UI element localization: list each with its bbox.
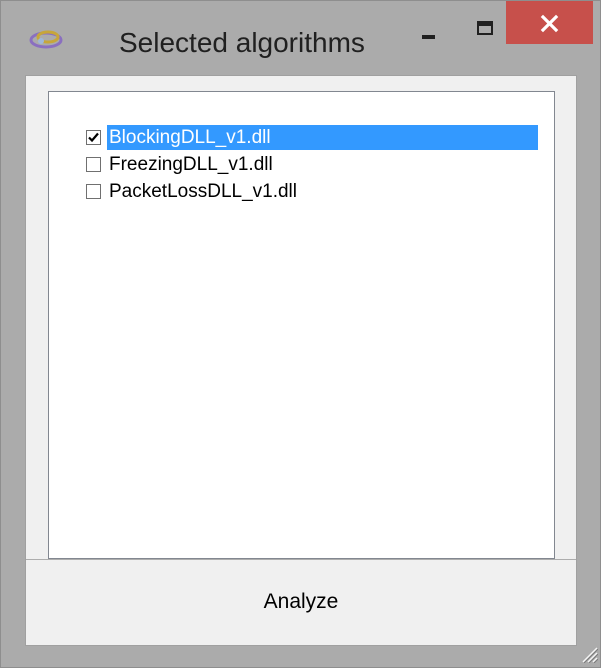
checkbox-freezing-dll[interactable] — [86, 157, 101, 172]
check-icon — [88, 132, 99, 143]
list-item-blocking-dll[interactable]: BlockingDLL_v1.dll — [86, 124, 556, 151]
dialog-client-area: BlockingDLL_v1.dll FreezingDLL_v1.dll Pa… — [25, 75, 577, 646]
resize-grip-icon[interactable] — [578, 643, 599, 664]
title-bar[interactable]: Selected algorithms — [1, 1, 600, 75]
list-item-label: BlockingDLL_v1.dll — [107, 125, 538, 150]
maximize-icon — [477, 21, 493, 35]
minimize-icon — [422, 35, 435, 39]
list-item-label: PacketLossDLL_v1.dll — [109, 181, 297, 202]
checkbox-packetloss-dll[interactable] — [86, 184, 101, 199]
list-item-label: FreezingDLL_v1.dll — [109, 154, 273, 175]
algorithm-checklist[interactable]: BlockingDLL_v1.dll FreezingDLL_v1.dll Pa… — [48, 91, 555, 559]
analyze-button[interactable]: Analyze — [26, 559, 576, 645]
maximize-button[interactable] — [454, 1, 506, 45]
list-item-packetloss-dll[interactable]: PacketLossDLL_v1.dll — [86, 178, 556, 205]
close-button[interactable] — [506, 1, 593, 44]
dialog-window: Selected algorithms BlockingDLL_v1.dll F… — [0, 0, 601, 668]
app-logo-icon — [27, 25, 65, 53]
close-icon — [540, 14, 559, 33]
window-title: Selected algorithms — [119, 27, 365, 58]
checkbox-blocking-dll[interactable] — [86, 130, 101, 145]
list-item-freezing-dll[interactable]: FreezingDLL_v1.dll — [86, 151, 556, 178]
minimize-button[interactable] — [402, 1, 454, 45]
